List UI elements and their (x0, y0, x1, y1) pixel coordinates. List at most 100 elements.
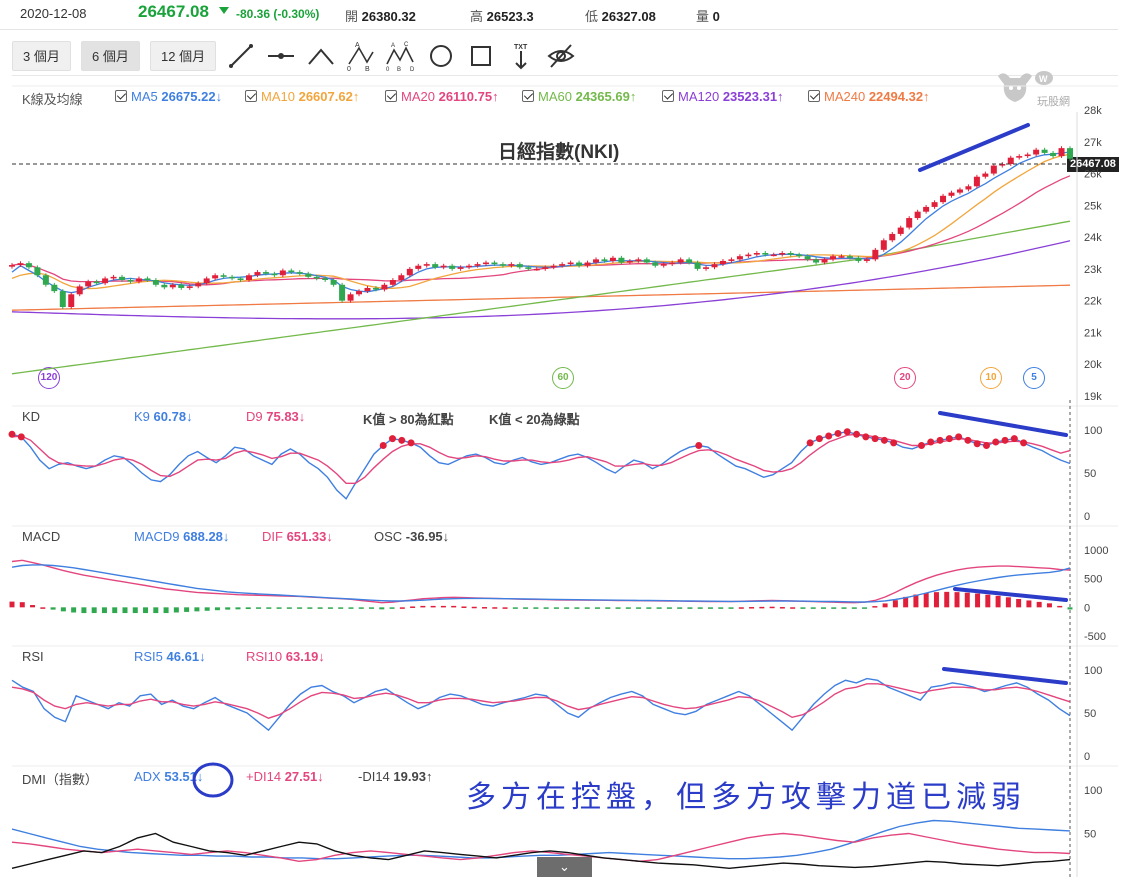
candle-body (271, 273, 278, 276)
candle-body (161, 284, 168, 288)
candle-body (635, 259, 642, 261)
osc-bar (348, 607, 354, 609)
osc-bar (841, 607, 847, 609)
candle-body (914, 211, 921, 219)
price-y-tick: 22k (1084, 296, 1102, 308)
kd-overbought-dot (862, 433, 870, 441)
osc-bar (430, 605, 436, 608)
dmi-y-tick: 100 (1084, 785, 1102, 797)
candle-body (745, 254, 752, 257)
candle-body (51, 284, 58, 292)
osc-bar (687, 607, 693, 609)
kd-overbought-dot (1001, 436, 1009, 444)
candle-body (474, 264, 481, 266)
osc-bar (19, 602, 25, 608)
candle-body (127, 280, 134, 282)
rsi-y-tick: 100 (1084, 665, 1102, 677)
candle-body (330, 280, 337, 285)
candle-body (9, 265, 15, 267)
kd-overbought-dot (815, 435, 823, 443)
candle-body (677, 259, 684, 263)
candle-body (423, 264, 430, 266)
candle-body (897, 227, 904, 234)
osc-bar (594, 607, 600, 609)
candle-body (906, 218, 913, 228)
candle-body (872, 249, 879, 260)
kd-overbought-dot (1020, 439, 1028, 447)
candle-body (990, 165, 997, 174)
candle-body (863, 259, 870, 261)
kd-y-tick: 100 (1084, 425, 1102, 437)
candle-body (93, 281, 100, 284)
osc-bar (862, 607, 868, 609)
kd-overbought-dot (992, 438, 1000, 446)
kd-overbought-dot (871, 435, 879, 443)
candle-body (195, 283, 202, 287)
osc-bar (317, 607, 323, 609)
osc-bar (533, 607, 539, 609)
osc-bar (831, 607, 837, 609)
kd-overbought-dot (964, 436, 972, 444)
candle-body (931, 202, 938, 207)
kd-y-tick: 0 (1084, 511, 1090, 523)
kd-overbought-dot (407, 439, 415, 447)
candle-body (186, 286, 193, 288)
candle-body (415, 265, 422, 269)
candle-body (68, 294, 75, 308)
osc-bar (389, 607, 395, 609)
osc-bar (214, 607, 220, 611)
osc-bar (666, 607, 672, 609)
candle-body (1067, 148, 1073, 159)
candle-body (76, 286, 83, 295)
osc-bar (882, 603, 888, 608)
osc-bar (728, 607, 734, 609)
kd-overbought-dot (398, 436, 406, 444)
candle-body (25, 263, 32, 268)
candle-body (703, 267, 710, 269)
osc-bar (122, 607, 128, 614)
macd-y-tick: 1000 (1084, 545, 1108, 557)
candle-body (313, 276, 320, 279)
rsi-y-tick: 0 (1084, 751, 1090, 763)
osc-bar (204, 607, 210, 611)
macd-signal-line (11, 564, 1071, 603)
price-y-tick: 27k (1084, 137, 1102, 149)
candle-body (686, 259, 693, 263)
candle-body (855, 257, 862, 261)
osc-bar (420, 605, 426, 608)
candle-body (457, 267, 464, 269)
osc-bar (358, 607, 364, 609)
candle-body (736, 256, 743, 260)
price-y-tick: 21k (1084, 327, 1102, 339)
kd-panel (8, 428, 1071, 500)
candle-body (830, 256, 837, 260)
osc-bar (369, 607, 375, 609)
osc-bar (553, 607, 559, 609)
osc-bar (523, 607, 529, 609)
candle-body (584, 262, 591, 266)
osc-bar (1036, 601, 1042, 608)
ma240-line (11, 284, 1071, 311)
kd-y-tick: 50 (1084, 468, 1096, 480)
kd-overbought-dot (379, 441, 387, 449)
osc-bar (656, 607, 662, 609)
osc-bar (995, 595, 1001, 608)
osc-bar (697, 607, 703, 609)
osc-bar (820, 607, 826, 609)
osc-bar (461, 606, 467, 608)
osc-bar (954, 592, 960, 608)
osc-bar (410, 606, 416, 608)
osc-bar (194, 607, 200, 612)
osc-bar (718, 607, 724, 609)
osc-bar (625, 607, 631, 609)
price-y-tick: 20k (1084, 359, 1102, 371)
candle-body (796, 254, 803, 257)
osc-bar (1026, 600, 1032, 608)
candle-body (288, 270, 295, 273)
candle-body (965, 186, 972, 190)
candle-body (1041, 149, 1048, 153)
candle-body (364, 287, 371, 292)
osc-bar (1016, 599, 1022, 608)
candle-body (262, 272, 269, 274)
kd-d9-line (11, 433, 1071, 484)
